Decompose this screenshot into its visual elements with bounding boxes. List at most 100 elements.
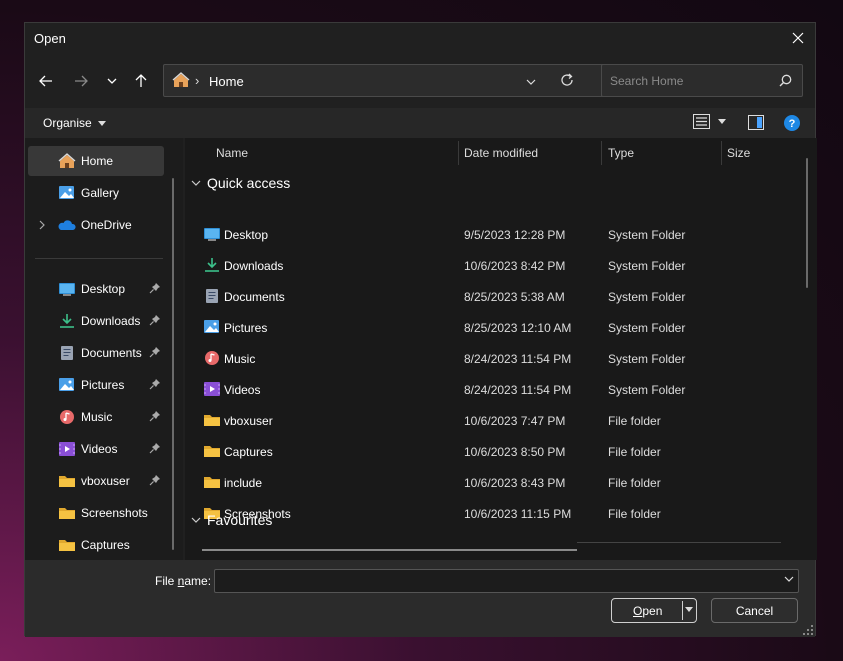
column-divider[interactable]	[458, 141, 459, 165]
column-header-name[interactable]: Name	[216, 146, 248, 160]
file-date: 10/6/2023 11:15 PM	[464, 507, 572, 521]
file-type: File folder	[608, 445, 661, 459]
column-header-type[interactable]: Type	[608, 146, 634, 160]
back-button[interactable]	[33, 68, 59, 94]
column-header-size[interactable]: Size	[727, 146, 750, 160]
file-list-vertical-scrollbar[interactable]	[806, 158, 808, 288]
arrow-right-icon	[75, 75, 88, 87]
file-name-input[interactable]	[221, 573, 771, 589]
sidebar-item-music[interactable]: Music	[28, 402, 164, 432]
file-name: Music	[224, 352, 256, 366]
folder-icon	[59, 540, 75, 551]
window-title: Open	[34, 31, 66, 46]
sidebar-item-label: Music	[81, 410, 113, 424]
details-view-icon	[693, 114, 710, 129]
pin-icon[interactable]	[149, 282, 161, 294]
file-list-horizontal-scrollbar[interactable]	[202, 549, 577, 551]
sidebar-item-label: Downloads	[81, 314, 141, 328]
file-row[interactable]: include 10/6/2023 8:43 PM File folder	[185, 467, 785, 498]
group-header-quick-access[interactable]: Quick access	[191, 175, 290, 191]
organise-menu-button[interactable]: Organise	[43, 116, 106, 130]
pin-icon[interactable]	[149, 442, 161, 454]
file-row[interactable]: Videos 8/24/2023 11:54 PM System Folder	[185, 374, 785, 405]
file-row[interactable]: Desktop 9/5/2023 12:28 PM System Folder	[185, 219, 785, 250]
search-box[interactable]	[601, 64, 803, 97]
sidebar-item-gallery[interactable]: Gallery	[28, 178, 164, 208]
sidebar-item-documents[interactable]: Documents	[28, 338, 164, 368]
sidebar-scrollbar[interactable]	[172, 178, 174, 550]
title-bar: Open	[25, 23, 815, 53]
refresh-icon	[561, 73, 573, 86]
breadcrumb-home[interactable]: Home	[209, 74, 244, 89]
desktop-icon	[59, 283, 75, 296]
file-date: 8/25/2023 5:38 AM	[464, 290, 565, 304]
help-button[interactable]: ?	[784, 115, 800, 134]
file-date: 9/5/2023 12:28 PM	[464, 228, 566, 242]
refresh-button[interactable]	[560, 73, 574, 90]
column-header-date-modified[interactable]: Date modified	[464, 146, 538, 160]
folder-icon	[204, 415, 220, 426]
open-button-label: Open	[633, 604, 663, 618]
gallery-icon	[59, 186, 74, 199]
address-bar[interactable]: › Home	[163, 64, 616, 97]
file-type: System Folder	[608, 321, 686, 335]
file-date: 10/6/2023 8:43 PM	[464, 476, 566, 490]
caret-down-icon[interactable]	[685, 607, 693, 612]
file-row[interactable]: Downloads 10/6/2023 8:42 PM System Folde…	[185, 250, 785, 281]
folder-icon	[204, 446, 220, 457]
pin-icon[interactable]	[149, 346, 161, 358]
navigation-bar: › Home	[25, 53, 815, 108]
sidebar-item-vboxuser[interactable]: vboxuser	[28, 466, 164, 496]
pin-icon[interactable]	[149, 314, 161, 326]
file-name-label: File name:	[155, 574, 212, 588]
sidebar-item-downloads[interactable]: Downloads	[28, 306, 164, 336]
file-row[interactable]: Screenshots 10/6/2023 11:15 PM File fold…	[185, 498, 785, 529]
up-button[interactable]	[128, 68, 154, 94]
file-type: System Folder	[608, 290, 686, 304]
recent-locations-button[interactable]	[99, 68, 125, 94]
close-button[interactable]	[781, 23, 815, 53]
column-divider[interactable]	[721, 141, 722, 165]
music-icon	[205, 351, 219, 365]
sidebar-item-screenshots[interactable]: Screenshots	[28, 498, 164, 528]
sidebar-item-home[interactable]: Home	[28, 146, 164, 176]
sidebar-item-desktop[interactable]: Desktop	[28, 274, 164, 304]
forward-button[interactable]	[68, 68, 94, 94]
sidebar-item-pictures[interactable]: Pictures	[28, 370, 164, 400]
column-divider[interactable]	[601, 141, 602, 165]
file-date: 8/25/2023 12:10 AM	[464, 321, 572, 335]
search-input[interactable]	[610, 73, 770, 89]
pin-icon[interactable]	[149, 410, 161, 422]
arrow-left-icon	[39, 75, 52, 87]
cancel-button[interactable]: Cancel	[711, 598, 798, 623]
pictures-icon	[59, 378, 74, 391]
open-button[interactable]: Open	[611, 598, 697, 623]
group-header-favourites[interactable]: Favourites	[191, 512, 272, 528]
sidebar-item-label: Gallery	[81, 186, 120, 200]
group-label: Quick access	[207, 175, 291, 191]
file-row[interactable]: Captures 10/6/2023 8:50 PM File folder	[185, 436, 785, 467]
command-toolbar: Organise ?	[25, 108, 815, 138]
sidebar-item-captures[interactable]: Captures	[28, 530, 164, 560]
resize-grip-icon[interactable]	[803, 625, 813, 635]
file-row[interactable]: vboxuser 10/6/2023 7:47 PM File folder	[185, 405, 785, 436]
sidebar-item-onedrive[interactable]: OneDrive	[28, 210, 164, 240]
arrow-up-icon	[135, 74, 147, 87]
address-history-dropdown[interactable]	[526, 74, 536, 88]
file-row[interactable]: Music 8/24/2023 11:54 PM System Folder	[185, 343, 785, 374]
file-name: Downloads	[224, 259, 284, 273]
file-name-combobox[interactable]	[214, 569, 799, 593]
file-type: File folder	[608, 507, 661, 521]
sidebar-item-label: Pictures	[81, 378, 125, 392]
pin-icon[interactable]	[149, 378, 161, 390]
preview-pane-button[interactable]	[748, 115, 764, 133]
pin-icon[interactable]	[149, 474, 161, 486]
chevron-down-icon[interactable]	[784, 576, 794, 582]
sidebar-item-videos[interactable]: Videos	[28, 434, 164, 464]
navigation-pane: Home Gallery OneDrive Desktop Downloads …	[25, 138, 183, 560]
file-row[interactable]: Pictures 8/25/2023 12:10 AM System Folde…	[185, 312, 785, 343]
file-name: Desktop	[224, 228, 269, 242]
change-view-button[interactable]	[693, 114, 726, 129]
chevron-right-icon[interactable]	[39, 220, 45, 230]
file-row[interactable]: Documents 8/25/2023 5:38 AM System Folde…	[185, 281, 785, 312]
